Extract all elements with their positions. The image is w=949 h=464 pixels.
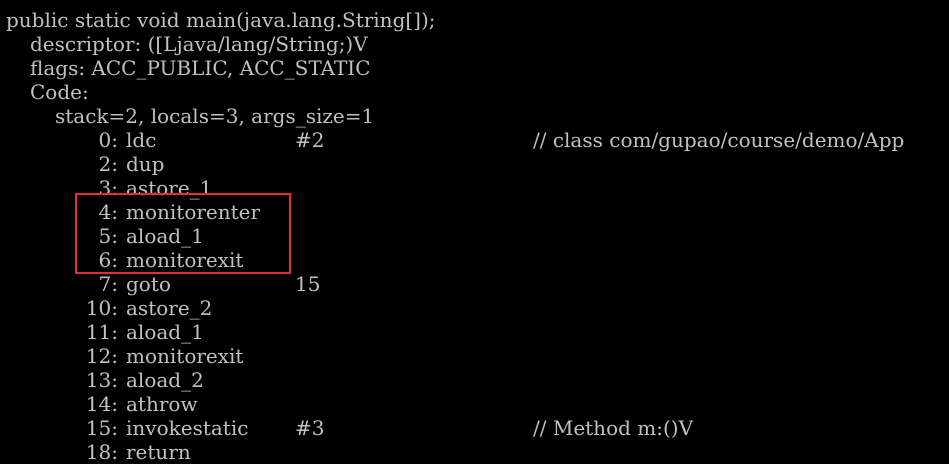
instruction-offset: 14:: [85, 392, 118, 416]
instruction-operand: #2: [295, 128, 325, 152]
instruction-offset: 12:: [85, 344, 118, 368]
instruction-opcode: astore_2: [126, 296, 213, 320]
instruction-offset: 11:: [85, 320, 118, 344]
instruction-row: 12: monitorexit: [0, 344, 949, 368]
descriptor-line: descriptor: ([Ljava/lang/String;)V: [30, 32, 368, 56]
instruction-offset: 13:: [85, 368, 118, 392]
instruction-row: 11: aload_1: [0, 320, 949, 344]
highlight-box: [75, 193, 291, 274]
instruction-opcode: return: [126, 440, 191, 464]
instruction-operand: #3: [295, 416, 325, 440]
instruction-row: 18: return: [0, 440, 949, 464]
instruction-row: 10: astore_2: [0, 296, 949, 320]
instruction-row: 2: dup: [0, 152, 949, 176]
flags-line: flags: ACC_PUBLIC, ACC_STATIC: [30, 56, 371, 80]
instruction-opcode: invokestatic: [126, 416, 249, 440]
instruction-row: 14: athrow: [0, 392, 949, 416]
instruction-row: 7: goto 15: [0, 272, 949, 296]
instruction-opcode: ldc: [126, 128, 157, 152]
stack-info-line: stack=2, locals=3, args_size=1: [55, 104, 375, 128]
instruction-comment: // class com/gupao/course/demo/App: [533, 128, 905, 152]
instruction-opcode: aload_1: [126, 320, 204, 344]
instruction-offset: 0:: [98, 128, 118, 152]
instruction-opcode: aload_2: [126, 368, 204, 392]
console-window: public static void main(java.lang.String…: [0, 0, 949, 464]
instruction-opcode: athrow: [126, 392, 198, 416]
instruction-offset: 18:: [85, 440, 118, 464]
instruction-row: 13: aload_2: [0, 368, 949, 392]
code-label: Code:: [30, 80, 89, 104]
instruction-opcode: dup: [126, 152, 165, 176]
instruction-offset: 7:: [98, 272, 118, 296]
instruction-offset: 10:: [85, 296, 118, 320]
instruction-row: 0: ldc #2 // class com/gupao/course/demo/Ap…: [0, 128, 949, 152]
instruction-offset: 15:: [85, 416, 118, 440]
instruction-opcode: goto: [126, 272, 171, 296]
instruction-offset: 2:: [98, 152, 118, 176]
instruction-operand: 15: [295, 272, 321, 296]
instruction-comment: // Method m:()V: [533, 416, 694, 440]
instruction-opcode: monitorexit: [126, 344, 244, 368]
instruction-row: 15: invokestatic #3 // Method m:()V: [0, 416, 949, 440]
method-signature: public static void main(java.lang.String…: [6, 8, 436, 32]
